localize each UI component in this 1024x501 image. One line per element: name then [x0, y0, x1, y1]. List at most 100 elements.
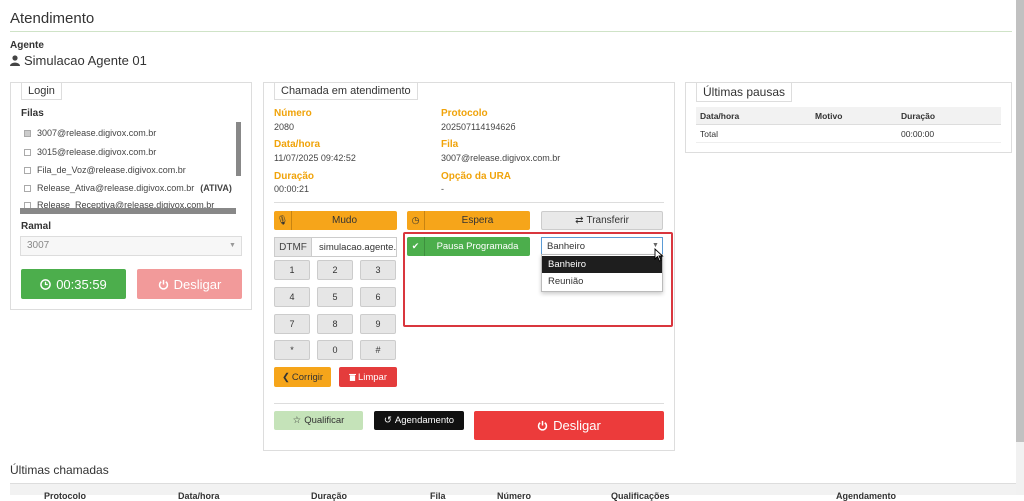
ramal-select[interactable]: 3007: [20, 236, 242, 256]
qualify-label: Qualificar: [304, 415, 345, 426]
dialpad-key-5[interactable]: 5: [317, 287, 353, 307]
calls-col-fila: Fila: [430, 491, 446, 501]
pauses-table-header: Data/hora Motivo Duração: [696, 107, 1001, 125]
correct-label: Corrigir: [291, 371, 324, 383]
dialpad-key-0[interactable]: 0: [317, 340, 353, 360]
calls-col-numero: Número: [497, 491, 532, 501]
caret-down-icon: ▼: [229, 242, 236, 249]
dialpad-key-hash[interactable]: #: [360, 340, 396, 360]
calls-section-title: Últimas chamadas: [10, 463, 109, 477]
queue-name: 3007@release.digivox.com.br: [37, 128, 157, 138]
queue-list[interactable]: 3007@release.digivox.com.br 3015@release…: [20, 122, 242, 214]
hold-button[interactable]: ◷ Espera: [407, 211, 530, 230]
fila-label: Fila: [441, 139, 459, 150]
power-icon: [538, 420, 548, 431]
correct-button[interactable]: ❮ Corrigir: [274, 367, 331, 387]
calls-col-qualificacoes: Qualificações: [611, 491, 670, 501]
title-divider: [10, 31, 1012, 32]
page-scrollbar-thumb[interactable]: [1016, 0, 1024, 442]
microphone-slash-icon: 🎙: [274, 211, 292, 230]
queue-name: Release_Ativa@release.digivox.com.br: [37, 183, 195, 193]
logout-label: Desligar: [173, 276, 222, 292]
schedule-label: Agendamento: [394, 415, 455, 426]
transfer-button[interactable]: ⇄ Transferir: [541, 211, 663, 230]
hangup-button[interactable]: Desligar: [474, 411, 664, 440]
calls-col-protocolo: Protocolo: [44, 491, 86, 501]
exchange-icon: ⇄: [575, 215, 584, 226]
calls-col-datahora: Data/hora: [178, 491, 220, 501]
ramal-label: Ramal: [21, 221, 52, 232]
queue-status: (ATIVA): [200, 183, 232, 193]
queue-name: Fila_de_Voz@release.digivox.com.br: [37, 165, 186, 175]
queue-item[interactable]: 3007@release.digivox.com.br: [24, 128, 156, 138]
clock-icon: ◷: [407, 211, 425, 230]
numero-label: Número: [274, 108, 312, 119]
filas-label: Filas: [21, 108, 44, 119]
queue-item[interactable]: Release_Ativa@release.digivox.com.br (ATI…: [24, 183, 232, 193]
pauses-col-motivo: Motivo: [815, 111, 843, 121]
qualify-button[interactable]: ☆ Qualificar: [274, 411, 363, 430]
queue-checkbox[interactable]: [24, 129, 31, 137]
queue-scrollbar[interactable]: [236, 122, 241, 176]
pauses-col-datahora: Data/hora: [700, 111, 740, 121]
queue-item[interactable]: Fila_de_Voz@release.digivox.com.br: [24, 165, 186, 175]
dialpad-key-6[interactable]: 6: [360, 287, 396, 307]
calls-table-header: Protocolo Data/hora Duração Fila Número …: [10, 483, 1016, 501]
login-timer-text: 00:35:59: [56, 276, 107, 292]
chevron-left-icon: ❮: [281, 371, 290, 383]
dtmf-input[interactable]: simulacao.agente.: [311, 237, 397, 257]
mute-label: Mudo: [331, 215, 357, 226]
history-icon: ↺: [383, 415, 392, 426]
logout-button[interactable]: Desligar: [137, 269, 242, 299]
dialpad-key-7[interactable]: 7: [274, 314, 310, 334]
dtmf-label: DTMF: [274, 237, 312, 257]
queue-name: 3015@release.digivox.com.br: [37, 147, 157, 157]
duracao-value: 00:00:21: [274, 184, 310, 194]
ura-label: Opção da URA: [441, 171, 512, 182]
protocolo-label: Protocolo: [441, 108, 488, 119]
calls-col-duracao: Duração: [311, 491, 348, 501]
schedule-button[interactable]: ↺ Agendamento: [374, 411, 464, 430]
clear-button[interactable]: Limpar: [339, 367, 397, 387]
star-icon: ☆: [292, 415, 302, 426]
mute-button[interactable]: 🎙 Mudo: [274, 211, 397, 230]
dialpad-key-1[interactable]: 1: [274, 260, 310, 280]
pauses-total-label: Total: [700, 129, 718, 139]
queue-checkbox[interactable]: [24, 148, 31, 156]
table-row: Total 00:00:00: [696, 125, 1001, 143]
pauses-col-duracao: Duração: [901, 111, 936, 121]
ura-value: -: [441, 184, 444, 194]
power-icon: [158, 279, 168, 290]
agent-name: Simulacao Agente 01: [10, 53, 147, 68]
datahora-label: Data/hora: [274, 139, 321, 150]
dialpad-key-4[interactable]: 4: [274, 287, 310, 307]
user-icon: [10, 55, 20, 66]
trash-icon: [348, 373, 356, 381]
pauses-legend: Últimas pausas: [696, 82, 793, 102]
queue-horizontal-scrollbar[interactable]: [20, 208, 236, 214]
clock-icon: [40, 278, 52, 290]
agent-name-text: Simulacao Agente 01: [24, 53, 147, 68]
dialpad-key-3[interactable]: 3: [360, 260, 396, 280]
duracao-label: Duração: [274, 171, 315, 182]
queue-item[interactable]: 3015@release.digivox.com.br: [24, 147, 156, 157]
transfer-label: Transferir: [586, 215, 629, 226]
dialpad-key-2[interactable]: 2: [317, 260, 353, 280]
call-divider-bottom: [274, 403, 664, 404]
queue-checkbox[interactable]: [24, 184, 31, 192]
calls-col-agendamento: Agendamento: [836, 491, 897, 501]
call-legend: Chamada em atendimento: [274, 82, 418, 100]
page-scrollbar-track[interactable]: [1016, 442, 1024, 495]
numero-value: 2080: [274, 122, 295, 132]
login-legend: Login: [21, 82, 62, 100]
dialpad-key-8[interactable]: 8: [317, 314, 353, 334]
call-divider: [274, 202, 664, 203]
protocolo-value: 20250711419462б: [441, 122, 516, 132]
fila-value: 3007@release.digivox.com.br: [441, 153, 561, 163]
dialpad-key-9[interactable]: 9: [360, 314, 396, 334]
highlight-box: [403, 232, 673, 327]
queue-checkbox[interactable]: [24, 166, 31, 174]
dialpad-key-star[interactable]: *: [274, 340, 310, 360]
agent-label: Agente: [10, 40, 44, 51]
login-timer-button[interactable]: 00:35:59: [21, 269, 126, 299]
